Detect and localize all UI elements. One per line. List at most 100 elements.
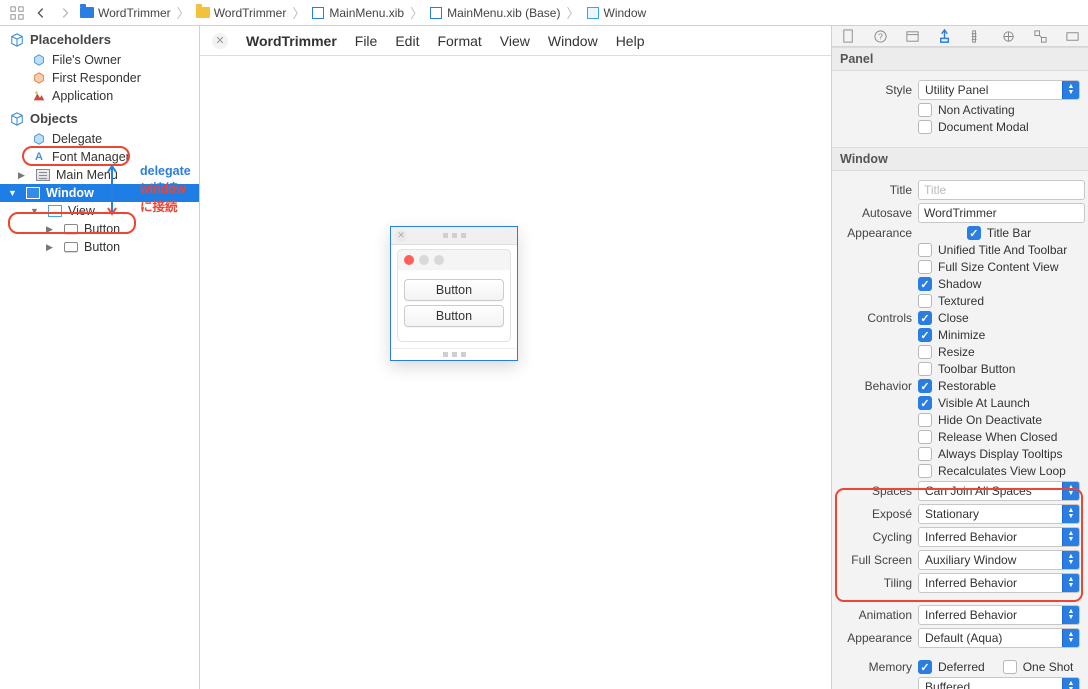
input-autosave[interactable] xyxy=(918,203,1085,223)
menu-file[interactable]: File xyxy=(355,33,378,49)
label-style: Style xyxy=(840,83,912,97)
checkbox-toolbar-button[interactable] xyxy=(918,362,932,376)
checkbox-fullsize[interactable] xyxy=(918,260,932,274)
outline-item-application[interactable]: Application xyxy=(0,87,199,105)
menu-window[interactable]: Window xyxy=(548,33,598,49)
checkbox-close[interactable] xyxy=(918,311,932,325)
checkbox-non-activating[interactable] xyxy=(918,103,932,117)
select-cycling[interactable]: Inferred Behavior▲▼ xyxy=(918,527,1080,547)
checkbox-titlebar[interactable] xyxy=(967,226,981,240)
label-title: Title xyxy=(840,183,912,197)
menu-view[interactable]: View xyxy=(500,33,530,49)
item-label: Application xyxy=(52,89,113,103)
checkbox-visible-at-launch[interactable] xyxy=(918,396,932,410)
xib-icon xyxy=(312,7,324,19)
select-value: Inferred Behavior xyxy=(925,576,1017,590)
menu-format[interactable]: Format xyxy=(437,33,481,49)
cube-icon xyxy=(10,33,24,47)
outline-item-window[interactable]: ▼ Window xyxy=(0,184,199,202)
select-expose[interactable]: Stationary▲▼ xyxy=(918,504,1080,524)
select-tiling[interactable]: Inferred Behavior▲▼ xyxy=(918,573,1080,593)
disclosure-icon[interactable]: ▶ xyxy=(46,242,55,253)
breadcrumb-item[interactable]: WordTrimmer xyxy=(194,6,289,20)
checkbox-textured[interactable] xyxy=(918,294,932,308)
checkbox-resize[interactable] xyxy=(918,345,932,359)
chevron-updown-icon: ▲▼ xyxy=(1062,528,1079,546)
checkbox-restorable[interactable] xyxy=(918,379,932,393)
tab-connections-inspector[interactable] xyxy=(998,26,1018,46)
disclosure-icon[interactable]: ▼ xyxy=(8,188,17,198)
section-title: Placeholders xyxy=(30,32,111,47)
menu-edit[interactable]: Edit xyxy=(395,33,419,49)
outline-item-button[interactable]: ▶Button xyxy=(0,238,199,256)
checkbox-hide-on-deactivate[interactable] xyxy=(918,413,932,427)
checkbox-deferred[interactable] xyxy=(918,660,932,674)
outline-item-font-manager[interactable]: AFont Manager xyxy=(0,148,199,166)
outline-item-main-menu[interactable]: ▶Main Menu xyxy=(0,166,199,184)
tab-effects-inspector[interactable] xyxy=(1062,26,1082,46)
window-icon xyxy=(26,187,40,199)
select-style[interactable]: Utility Panel▲▼ xyxy=(918,80,1080,100)
button-2[interactable]: Button xyxy=(404,305,504,327)
close-handle-icon[interactable]: ✕ xyxy=(395,230,407,242)
checkbox-label: Unified Title And Toolbar xyxy=(938,243,1067,257)
input-title[interactable] xyxy=(918,180,1085,200)
tab-identity-inspector[interactable] xyxy=(902,26,922,46)
disclosure-icon[interactable]: ▶ xyxy=(18,170,27,181)
outline-item-files-owner[interactable]: File's Owner xyxy=(0,51,199,69)
close-icon[interactable]: ✕ xyxy=(212,33,228,49)
checkbox-release-when-closed[interactable] xyxy=(918,430,932,444)
select-appearance[interactable]: Default (Aqua)▲▼ xyxy=(918,628,1080,648)
outline-item-view[interactable]: ▼View xyxy=(0,202,199,220)
label-memory: Memory xyxy=(840,660,912,674)
cube-icon xyxy=(32,53,46,67)
interface-builder-canvas[interactable]: ✕ WordTrimmer File Edit Format View Wind… xyxy=(200,26,832,689)
checkbox-always-tooltips[interactable] xyxy=(918,447,932,461)
select-spaces[interactable]: Can Join All Spaces▲▼ xyxy=(918,481,1080,501)
checkbox-unified[interactable] xyxy=(918,243,932,257)
traffic-light-minimize-icon xyxy=(419,255,429,265)
chevron-icon: 〉 xyxy=(290,3,307,22)
breadcrumb-item[interactable]: Window xyxy=(584,6,649,20)
checkbox-one-shot[interactable] xyxy=(1003,660,1017,674)
tab-size-inspector[interactable] xyxy=(966,26,986,46)
back-button[interactable] xyxy=(30,3,52,23)
tab-attributes-inspector[interactable] xyxy=(934,26,954,46)
checkbox-shadow[interactable] xyxy=(918,277,932,291)
tab-file-inspector[interactable] xyxy=(838,26,858,46)
resize-handles-bottom[interactable] xyxy=(391,348,517,360)
breadcrumb-item[interactable]: WordTrimmer xyxy=(78,6,173,20)
select-animation[interactable]: Inferred Behavior▲▼ xyxy=(918,605,1080,625)
outline-item-first-responder[interactable]: First Responder xyxy=(0,69,199,87)
menu-help[interactable]: Help xyxy=(616,33,645,49)
disclosure-icon[interactable]: ▶ xyxy=(46,224,55,235)
outline-item-delegate[interactable]: Delegate xyxy=(0,130,199,148)
breadcrumb-item[interactable]: MainMenu.xib (Base) xyxy=(427,6,562,20)
item-label: Window xyxy=(46,186,94,200)
breadcrumb-label: Window xyxy=(604,6,647,20)
checkbox-document-modal[interactable] xyxy=(918,120,932,134)
select-buffering[interactable]: Buffered▲▼ xyxy=(918,677,1080,689)
breadcrumb-item[interactable]: MainMenu.xib xyxy=(309,6,406,20)
tab-bindings-inspector[interactable] xyxy=(1030,26,1050,46)
related-items-button[interactable] xyxy=(6,3,28,23)
resize-handles[interactable] xyxy=(443,230,466,241)
designed-window[interactable]: ✕ Button Button xyxy=(390,226,518,361)
checkbox-label: Toolbar Button xyxy=(938,362,1015,376)
checkbox-label: Document Modal xyxy=(938,120,1029,134)
checkbox-label: One Shot xyxy=(1023,660,1074,674)
traffic-light-close-icon[interactable] xyxy=(404,255,414,265)
forward-button[interactable] xyxy=(54,3,76,23)
checkbox-minimize[interactable] xyxy=(918,328,932,342)
section-header-panel: Panel xyxy=(832,47,1088,71)
disclosure-icon[interactable]: ▼ xyxy=(30,206,39,216)
item-label: File's Owner xyxy=(52,53,121,67)
label-spaces: Spaces xyxy=(840,484,912,498)
tab-help-inspector[interactable]: ? xyxy=(870,26,890,46)
item-label: Font Manager xyxy=(52,150,130,164)
outline-item-button[interactable]: ▶Button xyxy=(0,220,199,238)
checkbox-recalc-loop[interactable] xyxy=(918,464,932,478)
select-fullscreen[interactable]: Auxiliary Window▲▼ xyxy=(918,550,1080,570)
app-name[interactable]: WordTrimmer xyxy=(246,33,337,49)
button-1[interactable]: Button xyxy=(404,279,504,301)
